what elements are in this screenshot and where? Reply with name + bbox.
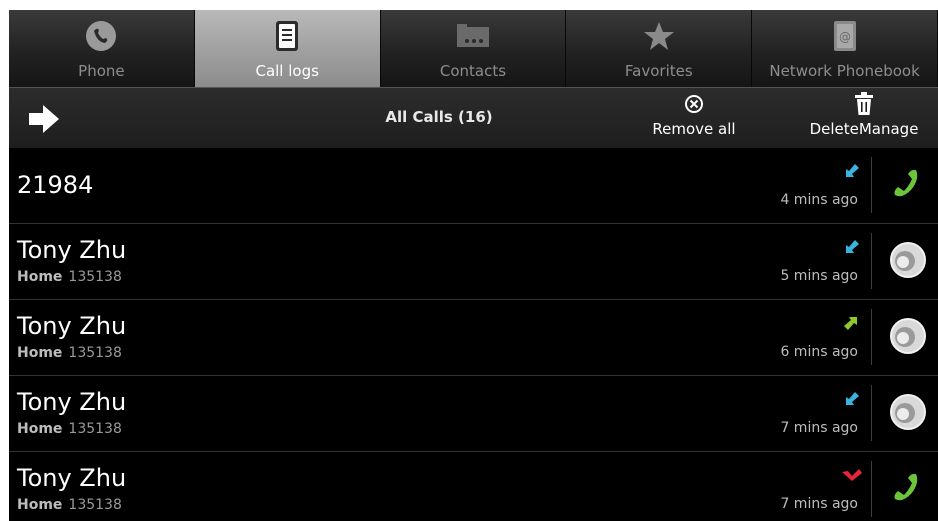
row-divider (871, 233, 872, 289)
tab-label: Phone (78, 62, 125, 80)
number-type-label: Home (17, 345, 63, 361)
call-time: 4 mins ago (780, 192, 858, 208)
row-divider (871, 385, 872, 441)
caller-number: 135138 (68, 269, 122, 285)
all-calls-title[interactable]: All Calls (16) (299, 108, 579, 126)
caller-detail: Home 135138 (17, 269, 122, 285)
caller-detail: Home 135138 (17, 421, 122, 437)
contact-photo-icon[interactable] (885, 313, 931, 359)
tab-network-phonebook[interactable]: @ Network Phonebook (752, 10, 938, 87)
call-row[interactable]: 21984 4 mins ago (9, 148, 938, 224)
delete-manage-button[interactable]: DeleteManage (799, 92, 929, 138)
caller-detail: Home 135138 (17, 497, 122, 513)
number-type-label: Home (17, 421, 63, 437)
contact-photo-icon[interactable] (885, 389, 931, 435)
tab-phone[interactable]: Phone (9, 10, 195, 87)
tab-label: Contacts (439, 62, 507, 80)
caller-number: 135138 (68, 345, 122, 361)
arrow-right-icon[interactable] (27, 104, 61, 134)
caller-name: Tony Zhu (17, 236, 127, 264)
action-bar: All Calls (16) Remove all DeleteManage (9, 87, 938, 148)
remove-all-label: Remove all (652, 120, 736, 138)
call-log-icon (195, 20, 380, 52)
tab-label: Call logs (255, 62, 319, 80)
caller-detail: Home 135138 (17, 345, 122, 361)
tab-label: Network Phonebook (769, 62, 920, 80)
caller-name: Tony Zhu (17, 312, 127, 340)
incoming-call-icon (841, 239, 861, 255)
remove-circle-icon (639, 94, 749, 116)
call-icon[interactable] (885, 465, 931, 511)
row-divider (871, 461, 872, 517)
contact-photo-icon[interactable] (885, 237, 931, 283)
number-type-label: Home (17, 497, 63, 513)
trash-icon (799, 92, 929, 116)
caller-name: Tony Zhu (17, 388, 127, 416)
missed-call-icon (841, 467, 862, 483)
phone-icon (9, 20, 194, 52)
tab-contacts[interactable]: Contacts (380, 10, 567, 87)
row-divider (871, 157, 872, 213)
star-icon (566, 20, 751, 52)
call-row[interactable]: Tony Zhu Home 135138 7 mins ago (9, 376, 938, 452)
call-log-screen: Phone Call logs Contacts Favorites @ Net… (9, 10, 938, 521)
call-row[interactable]: Tony Zhu Home 135138 7 mins ago (9, 452, 938, 521)
number-type-label: Home (17, 269, 63, 285)
call-time: 7 mins ago (780, 496, 858, 512)
tab-favorites[interactable]: Favorites (566, 10, 753, 87)
call-time: 5 mins ago (780, 268, 858, 284)
contacts-icon (381, 20, 566, 52)
remove-all-button[interactable]: Remove all (639, 94, 749, 138)
outgoing-call-icon (841, 315, 861, 331)
call-row[interactable]: Tony Zhu Home 135138 5 mins ago (9, 224, 938, 300)
incoming-call-icon (841, 391, 861, 407)
tab-bar: Phone Call logs Contacts Favorites @ Net… (9, 10, 938, 87)
call-list: 21984 4 mins ago Tony Zhu Home 135138 5 m… (9, 148, 938, 521)
svg-text:@: @ (839, 30, 851, 44)
network-phonebook-icon: @ (752, 20, 937, 52)
caller-number: 135138 (68, 421, 122, 437)
call-time: 6 mins ago (780, 344, 858, 360)
incoming-call-icon (841, 163, 861, 179)
caller-number: 135138 (68, 497, 122, 513)
delete-manage-label: DeleteManage (809, 120, 919, 138)
tab-label: Favorites (624, 62, 693, 80)
call-row[interactable]: Tony Zhu Home 135138 6 mins ago (9, 300, 938, 376)
row-divider (871, 309, 872, 365)
caller-name: 21984 (17, 171, 94, 199)
caller-name: Tony Zhu (17, 464, 127, 492)
tab-call-logs[interactable]: Call logs (194, 10, 381, 87)
call-time: 7 mins ago (780, 420, 858, 436)
call-icon[interactable] (885, 161, 931, 207)
